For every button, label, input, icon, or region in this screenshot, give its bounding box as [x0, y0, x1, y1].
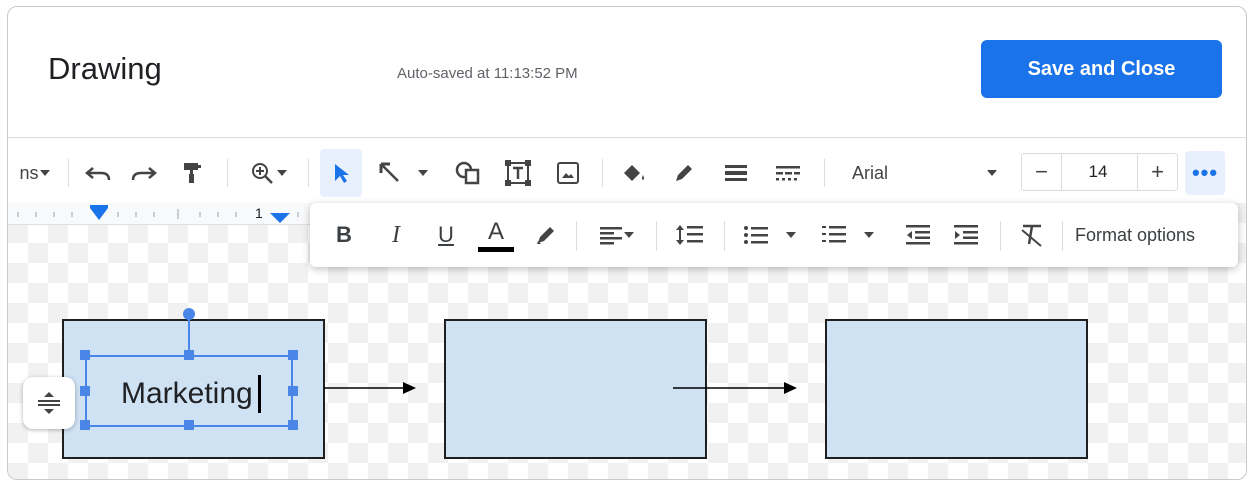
caret-down-icon	[786, 232, 796, 238]
align-left-icon	[600, 227, 622, 245]
underline-button[interactable]: U	[426, 203, 466, 267]
resize-handle[interactable]	[80, 350, 90, 360]
clear-formatting-button[interactable]	[1012, 203, 1052, 267]
resize-handle[interactable]	[184, 420, 194, 430]
align-button[interactable]	[588, 203, 646, 267]
resize-handle[interactable]	[288, 350, 298, 360]
text-cursor	[258, 375, 261, 413]
numbered-list-button[interactable]	[814, 203, 854, 267]
rotate-handle	[183, 308, 195, 320]
decrease-indent-icon	[906, 225, 930, 245]
bold-button[interactable]: B	[324, 203, 364, 267]
caret-down-icon	[624, 232, 634, 238]
arrow-head-icon	[784, 382, 797, 394]
resize-handle[interactable]	[288, 420, 298, 430]
format-divider	[724, 221, 725, 251]
bulleted-list-dropdown[interactable]	[780, 203, 802, 267]
bulleted-list-icon	[744, 226, 768, 244]
increase-indent-button[interactable]	[946, 203, 986, 267]
text-color-button[interactable]: A	[474, 203, 518, 267]
italic-button[interactable]: I	[376, 203, 416, 267]
text-format-toolbar: B I U A Format options	[310, 203, 1238, 267]
numbered-list-icon	[822, 226, 846, 243]
resize-handle[interactable]	[184, 350, 194, 360]
line-spacing-icon	[676, 225, 703, 245]
vertical-align-icon	[38, 392, 60, 414]
format-divider	[1062, 221, 1063, 251]
clear-formatting-icon	[1021, 224, 1042, 247]
resize-handle[interactable]	[80, 420, 90, 430]
highlight-color-button[interactable]	[526, 203, 566, 267]
highlighter-icon	[537, 227, 554, 244]
caret-down-icon	[864, 232, 874, 238]
text-color-swatch	[478, 246, 514, 252]
bulleted-list-button[interactable]	[736, 203, 776, 267]
line-spacing-button[interactable]	[668, 203, 712, 267]
format-divider	[576, 221, 577, 251]
numbered-list-dropdown[interactable]	[858, 203, 880, 267]
decrease-indent-button[interactable]	[898, 203, 938, 267]
resize-handle[interactable]	[80, 386, 90, 396]
vertical-align-button[interactable]	[23, 377, 75, 429]
format-divider	[656, 221, 657, 251]
format-options-button[interactable]: Format options	[1075, 203, 1195, 267]
shape-text[interactable]: Marketing	[121, 377, 253, 411]
text-color-glyph: A	[487, 217, 504, 245]
arrow-head-icon	[403, 382, 416, 394]
format-divider	[1000, 221, 1001, 251]
increase-indent-icon	[954, 225, 978, 245]
resize-handle[interactable]	[288, 386, 298, 396]
